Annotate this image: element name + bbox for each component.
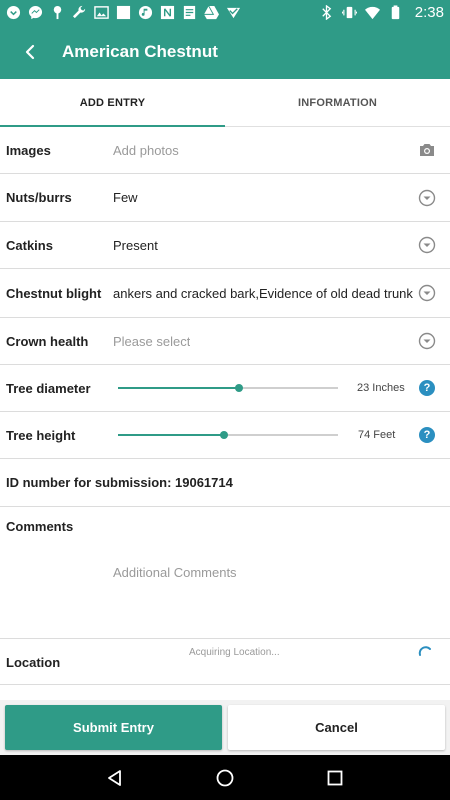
image-icon bbox=[94, 5, 109, 20]
tree-icon bbox=[50, 5, 65, 20]
tab-add-entry[interactable]: ADD ENTRY bbox=[0, 79, 225, 127]
nav-home-button[interactable] bbox=[213, 766, 237, 790]
catkins-dropdown[interactable] bbox=[418, 236, 436, 254]
slider-thumb[interactable] bbox=[235, 384, 243, 392]
catkins-row[interactable]: Catkins Present bbox=[0, 222, 450, 269]
chevron-down-icon bbox=[418, 284, 436, 302]
back-nav-icon bbox=[108, 769, 121, 786]
action-bar: Submit Entry Cancel bbox=[0, 700, 450, 755]
crown-health-dropdown[interactable] bbox=[418, 332, 436, 350]
slider-fill bbox=[118, 387, 239, 389]
comments-input[interactable]: Additional Comments bbox=[113, 565, 237, 580]
images-label: Images bbox=[6, 142, 51, 158]
home-nav-icon bbox=[216, 769, 234, 786]
crown-health-select[interactable]: Please select bbox=[113, 334, 190, 349]
square-icon bbox=[116, 5, 131, 20]
vibrate-icon bbox=[341, 5, 357, 20]
location-status: Acquiring Location... bbox=[189, 647, 280, 658]
tree-height-value: 74 Feet bbox=[358, 429, 396, 441]
chestnut-blight-select[interactable]: ankers and cracked bark,Evidence of old … bbox=[113, 286, 413, 301]
messenger-icon bbox=[28, 5, 43, 20]
chevron-down-icon bbox=[418, 332, 436, 350]
camera-icon bbox=[420, 144, 434, 156]
chestnut-blight-label: Chestnut blight bbox=[6, 285, 102, 301]
document-icon bbox=[182, 5, 197, 20]
add-photos-input[interactable]: Add photos bbox=[113, 143, 179, 158]
nuts-burrs-dropdown[interactable] bbox=[418, 189, 436, 207]
chestnut-blight-row[interactable]: Chestnut blight ankers and cracked bark,… bbox=[0, 269, 450, 318]
chestnut-blight-dropdown[interactable] bbox=[418, 284, 436, 302]
nuts-burrs-row[interactable]: Nuts/burrs Few bbox=[0, 174, 450, 222]
loading-spinner-icon bbox=[418, 646, 431, 656]
chevron-down-icon bbox=[418, 236, 436, 254]
navigation-bar bbox=[0, 755, 450, 800]
nav-recents-button[interactable] bbox=[323, 766, 347, 790]
page-title: American Chestnut bbox=[62, 41, 218, 61]
music-icon bbox=[138, 5, 153, 20]
notification-icons bbox=[6, 5, 241, 20]
submit-entry-button[interactable]: Submit Entry bbox=[5, 705, 222, 750]
tree-diameter-value: 23 Inches bbox=[357, 382, 405, 394]
drive-icon bbox=[204, 5, 219, 20]
nuts-burrs-label: Nuts/burrs bbox=[6, 190, 72, 205]
slider-thumb[interactable] bbox=[219, 431, 228, 439]
battery-icon bbox=[388, 4, 403, 20]
tree-height-slider[interactable] bbox=[118, 427, 338, 443]
tab-information[interactable]: INFORMATION bbox=[225, 79, 450, 126]
catkins-label: Catkins bbox=[6, 237, 53, 253]
nav-back-button[interactable] bbox=[103, 766, 127, 790]
location-label: Location bbox=[6, 655, 61, 670]
images-row[interactable]: Images Add photos bbox=[0, 127, 450, 174]
tree-height-label: Tree height bbox=[6, 427, 76, 443]
catkins-select[interactable]: Present bbox=[113, 238, 158, 253]
help-icon[interactable]: ? bbox=[419, 427, 435, 443]
slider-fill bbox=[118, 434, 224, 436]
location-row: Location Acquiring Location... bbox=[0, 639, 450, 685]
chevron-down-icon bbox=[418, 189, 436, 206]
bluetooth-icon bbox=[319, 4, 334, 20]
tree-height-row: Tree height 74 Feet ? bbox=[0, 412, 450, 459]
tree-diameter-row: Tree diameter 23 Inches ? bbox=[0, 365, 450, 412]
comments-label: Comments bbox=[6, 519, 74, 534]
app-bar: American Chestnut bbox=[0, 24, 450, 79]
wrench-icon bbox=[72, 5, 87, 20]
nuts-burrs-select[interactable]: Few bbox=[113, 190, 138, 205]
crown-health-label: Crown health bbox=[6, 333, 89, 349]
system-icons: 2:38 bbox=[319, 4, 444, 21]
check-icon bbox=[226, 5, 241, 20]
back-arrow-icon bbox=[25, 44, 35, 59]
notion-icon bbox=[160, 5, 175, 20]
wifi-icon bbox=[364, 5, 380, 20]
app-icon bbox=[6, 5, 21, 20]
id-number-row: ID number for submission: 19061714 bbox=[0, 459, 450, 507]
id-number-label: ID number for submission: 19061714 bbox=[6, 475, 233, 490]
camera-button[interactable] bbox=[418, 141, 436, 159]
crown-health-row[interactable]: Crown health Please select bbox=[0, 318, 450, 365]
help-icon[interactable]: ? bbox=[419, 380, 435, 396]
clock: 2:38 bbox=[414, 3, 444, 21]
cancel-button[interactable]: Cancel bbox=[228, 705, 445, 750]
comments-row[interactable]: Comments Additional Comments bbox=[0, 507, 450, 639]
tree-diameter-slider[interactable] bbox=[118, 380, 338, 396]
tab-bar: ADD ENTRY INFORMATION bbox=[0, 79, 450, 127]
recents-nav-icon bbox=[327, 770, 343, 785]
back-button[interactable] bbox=[0, 24, 62, 79]
tree-diameter-label: Tree diameter bbox=[6, 380, 91, 396]
status-bar: 2:38 bbox=[0, 0, 450, 24]
